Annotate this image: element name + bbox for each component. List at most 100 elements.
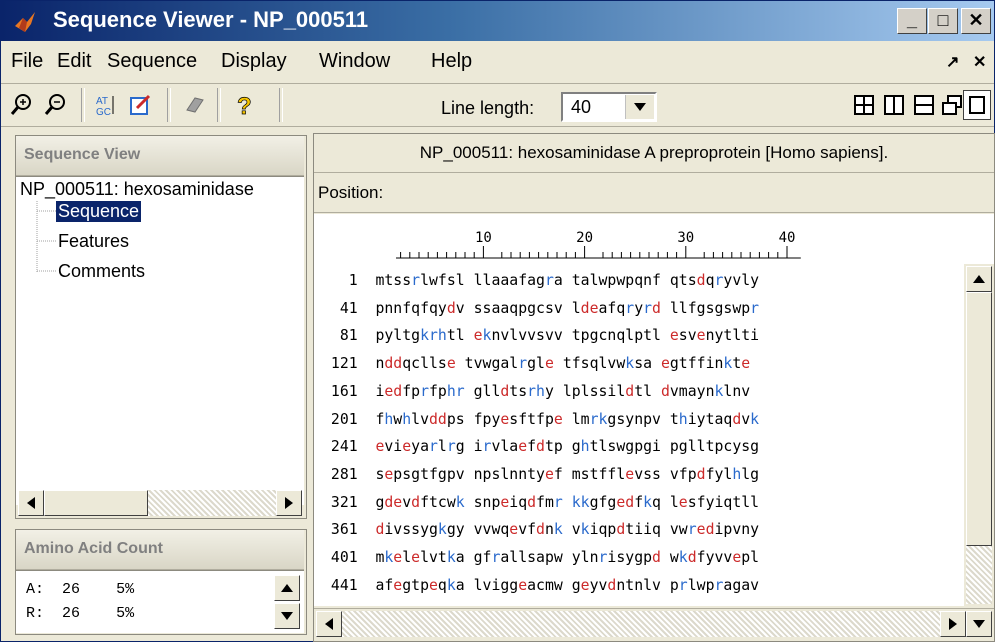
scroll-thumb[interactable] bbox=[44, 490, 148, 516]
toolbar-separator bbox=[279, 88, 283, 122]
svg-text:GC: GC bbox=[96, 107, 111, 118]
ruler-ticks: 10 20 30 40 bbox=[396, 230, 801, 259]
svg-text:?: ? bbox=[237, 93, 252, 118]
tree-item-comments[interactable]: Comments bbox=[58, 261, 145, 282]
sequence-horizontal-scrollbar[interactable] bbox=[314, 608, 994, 641]
tree-horizontal-scrollbar[interactable] bbox=[18, 490, 302, 518]
matlab-icon bbox=[15, 12, 35, 32]
zoom-out-icon[interactable] bbox=[41, 90, 71, 120]
sequence-row-residues: nddqcllse tvwgalrgle tfsqlvwksa egtffink… bbox=[375, 355, 751, 373]
scroll-up-icon[interactable] bbox=[274, 575, 300, 601]
eraser-icon[interactable] bbox=[179, 90, 209, 120]
sequence-row-number: 81 bbox=[322, 327, 376, 345]
menu-close-icon[interactable]: ✕ bbox=[973, 52, 986, 72]
chevron-down-icon[interactable] bbox=[625, 95, 654, 119]
sequence-text-area[interactable]: 1 mtssrlwfsl llaaafagra talwpwpqnf qtsdq… bbox=[314, 264, 964, 606]
sequence-view-title: Sequence View bbox=[16, 136, 304, 176]
sequence-row: 121 nddqcllse tvwgalrgle tfsqlvwksa egtf… bbox=[322, 355, 750, 372]
tile-horizontal-icon[interactable] bbox=[909, 90, 939, 120]
sequence-row-residues: mtssrlwfsl llaaafagra talwpwpqnf qtsdqry… bbox=[375, 272, 760, 289]
ruler-label: 40 bbox=[779, 230, 796, 246]
tree-root-node[interactable]: NP_000511: hexosaminidase bbox=[20, 179, 254, 200]
scroll-down-icon[interactable] bbox=[274, 603, 300, 629]
sequence-row-residues: iedfprfphr glldtsrhy lplssildtl dvmaynkl… bbox=[375, 382, 751, 400]
ruler-label: 10 bbox=[475, 230, 492, 246]
aa-count: 26 bbox=[62, 581, 81, 598]
sequence-row-number: 241 bbox=[322, 438, 376, 456]
sequence-row: 441 afegtpeqka lviggeacmw geyvdntnlv prl… bbox=[322, 577, 759, 594]
scroll-left-icon[interactable] bbox=[316, 611, 342, 637]
sequence-row-residues: pyltgkrhtl eknvlvvsvv tpgcnqlptl esvenyt… bbox=[375, 327, 760, 345]
sequence-row-number: 41 bbox=[322, 299, 376, 317]
sequence-row-number: 201 bbox=[322, 410, 376, 428]
menu-window[interactable]: Window bbox=[319, 50, 390, 73]
sequence-row: 321 gdevdftcwk snpeiqdfmr kkgfgedfkq les… bbox=[322, 494, 759, 511]
tree-item-sequence[interactable]: Sequence bbox=[56, 201, 142, 222]
maximize-button[interactable]: □ bbox=[928, 8, 958, 34]
sequence-row-number: 441 bbox=[322, 576, 376, 594]
scroll-track[interactable] bbox=[966, 546, 992, 604]
sequence-row-residues: mkelelvtka gfrallsapw ylnrisygpd wkdfyvv… bbox=[375, 549, 760, 566]
line-length-select[interactable]: 40 bbox=[561, 92, 657, 122]
aa-percent: 5% bbox=[116, 581, 135, 598]
sequence-row-number: 161 bbox=[322, 382, 376, 400]
sequence-row: 281 sepsgtfgpv npslnntyef mstfflevss vfp… bbox=[322, 466, 759, 483]
scroll-down-icon[interactable] bbox=[966, 611, 992, 637]
sequence-row-residues: evieyarlrg irvlaefdtp ghtlswgpgi pglltpc… bbox=[375, 438, 760, 456]
tree-item-features[interactable]: Features bbox=[58, 231, 129, 252]
scroll-thumb[interactable] bbox=[966, 292, 992, 546]
tile-grid-icon[interactable] bbox=[849, 90, 879, 120]
help-icon[interactable]: ? bbox=[229, 90, 259, 120]
menu-help[interactable]: Help bbox=[431, 50, 472, 73]
close-button[interactable]: ✕ bbox=[961, 8, 991, 34]
sequence-row: 361 divssygkgy vvwqevfdnk vkiqpdtiiq vwr… bbox=[322, 521, 759, 538]
menu-bar: File Edit Sequence Display Window Help ↗… bbox=[1, 41, 994, 84]
tree-connector-lines bbox=[36, 201, 56, 273]
amino-acid-count-list: A: 26 5% R: 26 5% bbox=[16, 570, 304, 633]
amino-acid-count-title: Amino Acid Count bbox=[16, 530, 304, 570]
scroll-up-icon[interactable] bbox=[966, 266, 992, 292]
maximize-doc-icon[interactable] bbox=[963, 90, 991, 120]
export-icon[interactable] bbox=[125, 90, 155, 120]
amino-acid-count-panel: Amino Acid Count A: 26 5% R: 26 5% bbox=[15, 529, 307, 635]
ruler-label: 20 bbox=[576, 230, 593, 246]
sequence-row: 1 mtssrlwfsl llaaafagra talwpwpqnf qtsdq… bbox=[322, 272, 759, 289]
scroll-right-icon[interactable] bbox=[276, 490, 302, 516]
menu-edit[interactable]: Edit bbox=[57, 50, 91, 73]
menu-file[interactable]: File bbox=[11, 50, 43, 73]
zoom-in-icon[interactable] bbox=[7, 90, 37, 120]
menu-sequence[interactable]: Sequence bbox=[107, 50, 197, 73]
undock-icon[interactable]: ↗ bbox=[946, 52, 959, 72]
scroll-track[interactable] bbox=[148, 490, 276, 516]
tile-vertical-icon[interactable] bbox=[879, 90, 909, 120]
minimize-button[interactable]: _ bbox=[897, 8, 927, 34]
aa-count: 26 bbox=[62, 605, 81, 622]
scroll-right-icon[interactable] bbox=[940, 611, 966, 637]
sequence-row-residues: afegtpeqka lviggeacmw geyvdntnlv prlwpra… bbox=[375, 576, 760, 594]
position-ruler: 10 20 30 40 bbox=[314, 214, 994, 264]
sequence-row-number: 121 bbox=[322, 355, 376, 373]
sequence-row: 81 pyltgkrhtl eknvlvvsvv tpgcnqlptl esve… bbox=[322, 327, 759, 344]
sequence-row-number: 401 bbox=[322, 549, 376, 566]
aa-letter: R: bbox=[26, 605, 45, 622]
sequence-vertical-scrollbar[interactable] bbox=[964, 264, 994, 606]
aa-letter: A: bbox=[26, 581, 45, 598]
sequence-row: 241 evieyarlrg irvlaefdtp ghtlswgpgi pgl… bbox=[322, 438, 759, 455]
line-length-label: Line length: bbox=[441, 98, 535, 118]
sequence-header: NP_000511: hexosaminidase A preproprotei… bbox=[314, 134, 994, 173]
scroll-left-icon[interactable] bbox=[18, 490, 44, 516]
title-bar[interactable]: Sequence Viewer - NP_000511 _ □ ✕ bbox=[1, 1, 994, 41]
scroll-track[interactable] bbox=[342, 611, 940, 637]
sequence-row-residues: divssygkgy vvwqevfdnk vkiqpdtiiq vwredip… bbox=[375, 521, 760, 539]
toolbar-separator bbox=[167, 88, 171, 122]
window-title: Sequence Viewer - NP_000511 bbox=[53, 7, 369, 32]
toolbar-separator bbox=[217, 88, 221, 122]
aa-row: A: 26 5% bbox=[26, 581, 134, 598]
sequence-row-residues: pnnfqfqydv ssaaqpgcsv ldeafqryrd llfgsgs… bbox=[375, 299, 760, 317]
sequence-row: 161 iedfprfphr glldtsrhy lplssildtl dvma… bbox=[322, 383, 750, 400]
sequence-view-panel: Sequence View NP_000511: hexosaminidase … bbox=[15, 135, 307, 519]
sequence-tree: NP_000511: hexosaminidase Sequence Featu… bbox=[16, 176, 304, 505]
menu-display[interactable]: Display bbox=[221, 50, 287, 73]
swap-icon[interactable]: AT GC bbox=[91, 90, 121, 120]
svg-text:AT: AT bbox=[96, 96, 108, 107]
